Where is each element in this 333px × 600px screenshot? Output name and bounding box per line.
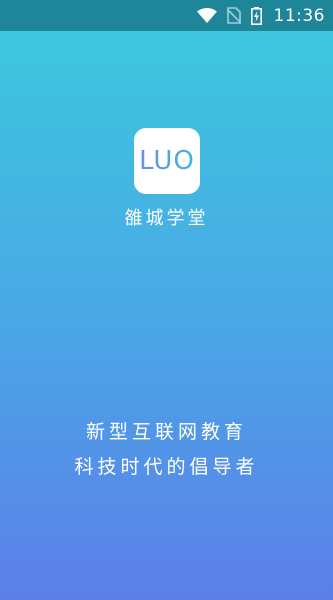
slogan-line-2: 科技时代的倡导者 [74,456,259,478]
app-name: 雒城学堂 [124,208,209,229]
slogan-line-1: 新型互联网教育 [85,421,247,443]
splash-screen: 11:36 LUO 雒城学堂 新型互联网教育 科技时代的倡导者 [0,0,333,600]
status-time: 11:36 [273,5,325,26]
status-bar: 11:36 [0,0,333,31]
wifi-icon [196,7,217,24]
app-logo: LUO [134,128,200,194]
no-sim-icon [226,7,241,24]
app-logo-text: LUO [139,146,195,176]
battery-charging-icon [250,6,262,25]
status-icons: 11:36 [196,0,326,31]
